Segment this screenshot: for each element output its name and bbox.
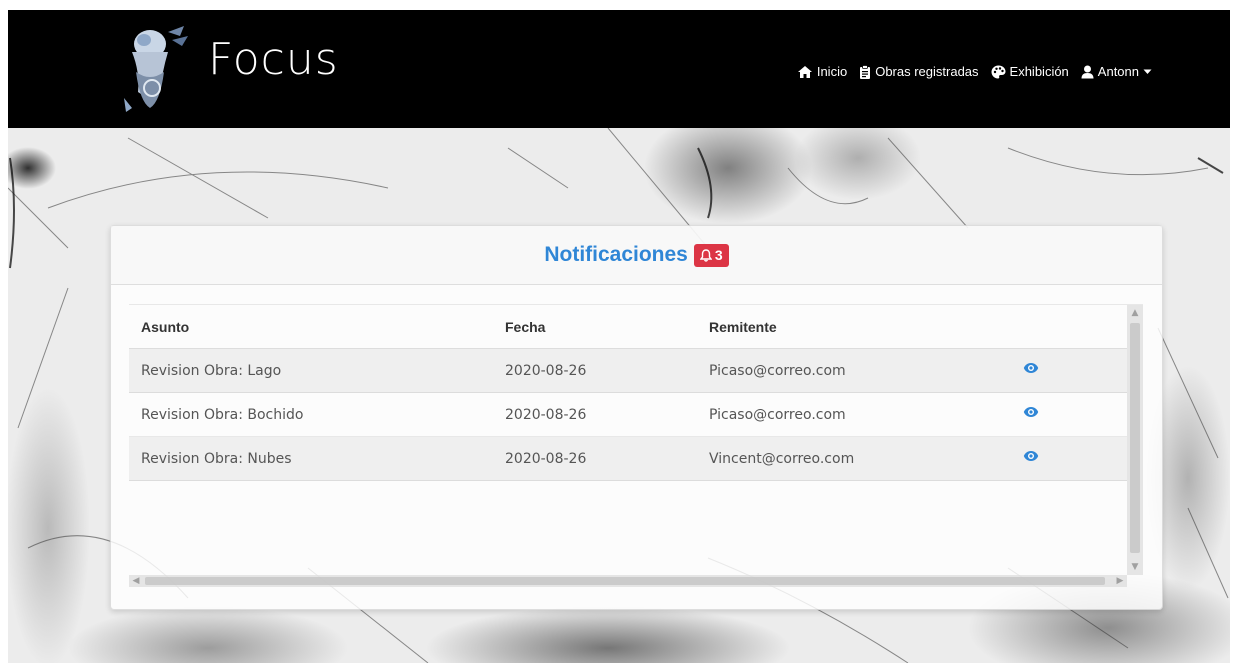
caret-down-icon xyxy=(1143,69,1152,74)
brand-name[interactable]: Focus xyxy=(208,38,339,82)
cell-fecha: 2020-08-26 xyxy=(505,406,587,423)
column-header-asunto: Asunto xyxy=(141,318,190,335)
vertical-scrollbar[interactable]: ▲ ▼ xyxy=(1127,305,1143,575)
scroll-up-arrow-icon[interactable]: ▲ xyxy=(1127,305,1143,321)
cell-fecha: 2020-08-26 xyxy=(505,362,587,379)
cell-remitente: Vincent@correo.com xyxy=(709,450,855,467)
eye-icon[interactable] xyxy=(1023,450,1039,462)
column-header-remitente: Remitente xyxy=(709,318,777,335)
cell-remitente: Picaso@correo.com xyxy=(709,406,846,423)
cell-asunto: Revision Obra: Nubes xyxy=(141,450,292,467)
cell-actions xyxy=(1023,406,1123,418)
cell-remitente: Picaso@correo.com xyxy=(709,362,846,379)
nav-item-user-antonn[interactable]: Antonn xyxy=(1081,64,1152,79)
scroll-left-arrow-icon[interactable]: ◀ xyxy=(129,575,143,587)
page-title: Notificaciones xyxy=(544,243,688,266)
table-row: Revision Obra: Bochido 2020-08-26 Picaso… xyxy=(129,393,1127,437)
horizontal-scroll-thumb[interactable] xyxy=(145,577,1105,585)
horizontal-scrollbar[interactable]: ◀ ▶ xyxy=(129,575,1127,587)
notifications-card: Notificaciones 3 Asunto Fecha Remitente … xyxy=(110,225,1163,610)
palette-icon xyxy=(991,65,1006,78)
cell-actions xyxy=(1023,450,1123,462)
notifications-table: Asunto Fecha Remitente Revision Obra: La… xyxy=(129,305,1127,575)
table-row: Revision Obra: Nubes 2020-08-26 Vincent@… xyxy=(129,437,1127,481)
scroll-down-arrow-icon[interactable]: ▼ xyxy=(1127,559,1143,575)
nav-item-label: Obras registradas xyxy=(875,64,979,79)
angel-statue-logo[interactable] xyxy=(110,22,190,114)
nav-item-inicio[interactable]: Inicio xyxy=(797,64,847,79)
user-icon xyxy=(1081,65,1094,78)
cell-asunto: Revision Obra: Bochido xyxy=(141,406,304,423)
table-header-row: Asunto Fecha Remitente xyxy=(129,305,1127,349)
home-icon xyxy=(797,65,812,78)
eye-icon[interactable] xyxy=(1023,406,1039,418)
nav-item-label: Antonn xyxy=(1097,64,1139,79)
eye-icon[interactable] xyxy=(1023,362,1039,374)
nav-item-obras-registradas[interactable]: Obras registradas xyxy=(859,64,979,79)
navbar: Focus Inicio Obras registradas Exhibició… xyxy=(8,10,1230,128)
scroll-right-arrow-icon[interactable]: ▶ xyxy=(1113,575,1127,587)
cell-actions xyxy=(1023,362,1123,374)
cell-asunto: Revision Obra: Lago xyxy=(141,362,282,379)
card-header: Notificaciones 3 xyxy=(111,226,1162,285)
nav-item-label: Inicio xyxy=(816,64,848,79)
notifications-table-container: Asunto Fecha Remitente Revision Obra: La… xyxy=(129,304,1143,587)
table-row: Revision Obra: Lago 2020-08-26 Picaso@co… xyxy=(129,349,1127,393)
bell-icon xyxy=(699,248,712,262)
cell-fecha: 2020-08-26 xyxy=(505,450,587,467)
clipboard-icon xyxy=(860,64,871,79)
nav-item-exhibicion[interactable]: Exhibición xyxy=(991,64,1069,79)
nav-item-label: Exhibición xyxy=(1009,64,1069,79)
column-header-fecha: Fecha xyxy=(505,318,546,335)
nav-menu: Inicio Obras registradas Exhibición Anto… xyxy=(797,64,1152,79)
notification-count-badge: 3 xyxy=(693,243,729,267)
notification-count: 3 xyxy=(714,247,723,263)
vertical-scroll-thumb[interactable] xyxy=(1130,323,1140,553)
